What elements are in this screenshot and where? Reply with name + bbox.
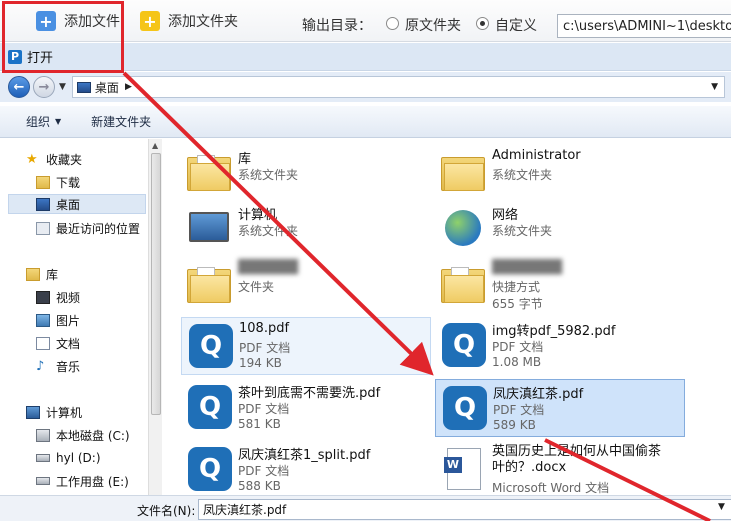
file-tile-selected[interactable]: Q 凤庆滇红茶.pdf PDF 文档 589 KB [435, 379, 685, 437]
pdf-icon: Q [442, 385, 488, 431]
nav-favorites[interactable]: ★ 收藏夹 [26, 149, 82, 169]
file-tile[interactable]: Q 108.pdf PDF 文档 194 KB [181, 317, 431, 375]
output-path-input[interactable] [557, 14, 731, 38]
nav-drive-d[interactable]: hyl (D:) [36, 448, 101, 468]
nav-item-videos[interactable]: 视频 [36, 287, 80, 307]
organize-button[interactable]: 组织 ▼ [26, 113, 61, 130]
dialog-titlebar: P 打开 [0, 43, 731, 71]
nav-drive-e[interactable]: 工作用盘 (E:) [36, 471, 129, 491]
back-arrow-icon[interactable]: ← [8, 76, 30, 98]
forward-arrow-icon[interactable]: → [33, 76, 55, 98]
radio-custom[interactable] [476, 17, 489, 30]
app-toolbar: + 添加文件 + 添加文件夹 输出目录： 原文件夹 自定义 [0, 0, 731, 42]
file-tile[interactable]: ███████ 快捷方式 655 字节 [435, 257, 685, 315]
file-tile[interactable]: Q 凤庆滇红茶1_split.pdf PDF 文档 588 KB [181, 441, 431, 495]
folder-icon [187, 262, 233, 308]
star-icon: ★ [26, 151, 38, 167]
dialog-title: 打开 [27, 51, 54, 66]
command-bar: 组织 ▼ 新建文件夹 [0, 106, 731, 138]
new-folder-button[interactable]: 新建文件夹 [91, 113, 151, 130]
add-folder-label: 添加文件夹 [168, 14, 238, 30]
add-file-label: 添加文件 [64, 14, 120, 30]
file-tile[interactable]: Q 茶叶到底需不需要洗.pdf PDF 文档 581 KB [181, 379, 431, 437]
file-tile[interactable]: 计算机 系统文件夹 [181, 201, 431, 259]
system-drive-icon [36, 428, 50, 442]
radio-original-label: 原文件夹 [405, 18, 461, 34]
desktop-icon [36, 197, 50, 211]
file-tile[interactable]: Administrator 系统文件夹 [435, 145, 685, 203]
network-icon [441, 206, 487, 252]
app-logo-icon: P [8, 49, 22, 64]
user-folder-icon [441, 150, 487, 196]
filename-label: 文件名(N): [137, 504, 196, 518]
add-file-button[interactable]: + 添加文件 [36, 10, 120, 32]
file-tile[interactable]: 库 系统文件夹 [181, 145, 431, 203]
library-icon [187, 150, 233, 196]
library-icon [26, 267, 40, 281]
scroll-up-icon[interactable]: ▲ [152, 141, 158, 150]
word-doc-icon: W [441, 446, 487, 492]
add-folder-button[interactable]: + 添加文件夹 [140, 10, 238, 32]
history-dropdown-icon[interactable]: ▼ [59, 82, 66, 92]
new-folder-label: 新建文件夹 [91, 115, 152, 129]
filename-input[interactable] [198, 499, 731, 520]
plus-icon: + [36, 11, 56, 31]
pdf-icon: Q [441, 322, 487, 368]
computer-icon [187, 206, 233, 252]
filename-dropdown-icon[interactable]: ▼ [718, 502, 725, 512]
file-tile[interactable]: Q img转pdf_5982.pdf PDF 文档 1.08 MB [435, 317, 685, 375]
file-tile[interactable]: W 英国历史上是如何从中国偷茶叶的？.docx Microsoft Word 文… [435, 441, 725, 495]
plus-folder-icon: + [140, 11, 160, 31]
file-list-area: 库 系统文件夹 Administrator 系统文件夹 计算机 系统文件夹 网络… [163, 139, 731, 495]
file-tile[interactable]: ██████ 文件夹 [181, 257, 431, 315]
breadcrumb-chevron-icon[interactable]: ▶ [125, 82, 132, 92]
nav-scrollbar[interactable]: ▲ [148, 139, 162, 495]
pdf-icon: Q [187, 446, 233, 492]
pictures-icon [36, 313, 50, 327]
nav-item-downloads[interactable]: 下载 [36, 172, 80, 192]
nav-computer[interactable]: 计算机 [26, 402, 82, 422]
nav-item-recent[interactable]: 最近访问的位置 [36, 218, 140, 238]
file-tile[interactable]: 网络 系统文件夹 [435, 201, 685, 259]
navigation-pane: ★ 收藏夹 下载 桌面 最近访问的位置 库 视频 图片 文档 ♪ 音乐 计算机 … [0, 139, 148, 495]
drive-icon [36, 454, 50, 462]
shortcut-folder-icon [441, 262, 487, 308]
nav-item-desktop[interactable]: 桌面 [8, 194, 146, 214]
download-folder-icon [36, 175, 50, 189]
desktop-icon [76, 81, 91, 93]
breadcrumb-desktop[interactable]: 桌面 [95, 79, 119, 96]
video-icon [36, 290, 50, 304]
address-dropdown-icon[interactable]: ▼ [711, 82, 718, 92]
pdf-icon: Q [187, 384, 233, 430]
nav-drive-c[interactable]: 本地磁盘 (C:) [36, 425, 130, 445]
organize-label: 组织 [26, 115, 51, 129]
address-row: ← → ▼ 桌面 ▶ ▼ [0, 72, 731, 102]
address-bar[interactable]: 桌面 ▶ ▼ [71, 76, 725, 98]
music-note-icon: ♪ [36, 358, 45, 374]
pdf-icon: Q [188, 323, 234, 369]
nav-item-music[interactable]: ♪ 音乐 [36, 356, 80, 376]
documents-icon [36, 336, 50, 350]
nav-item-pictures[interactable]: 图片 [36, 310, 80, 330]
radio-custom-label: 自定义 [495, 18, 537, 34]
filename-row: 文件名(N): ▼ [0, 495, 731, 521]
nav-item-documents[interactable]: 文档 [36, 333, 80, 353]
nav-libraries[interactable]: 库 [26, 264, 58, 284]
output-dir-label: 输出目录： [302, 18, 372, 34]
drive-icon [36, 477, 50, 485]
caret-down-icon: ▼ [55, 117, 62, 126]
recent-places-icon [36, 221, 50, 235]
scroll-thumb[interactable] [151, 153, 161, 415]
computer-icon [26, 405, 40, 419]
radio-original-folder[interactable] [386, 17, 399, 30]
